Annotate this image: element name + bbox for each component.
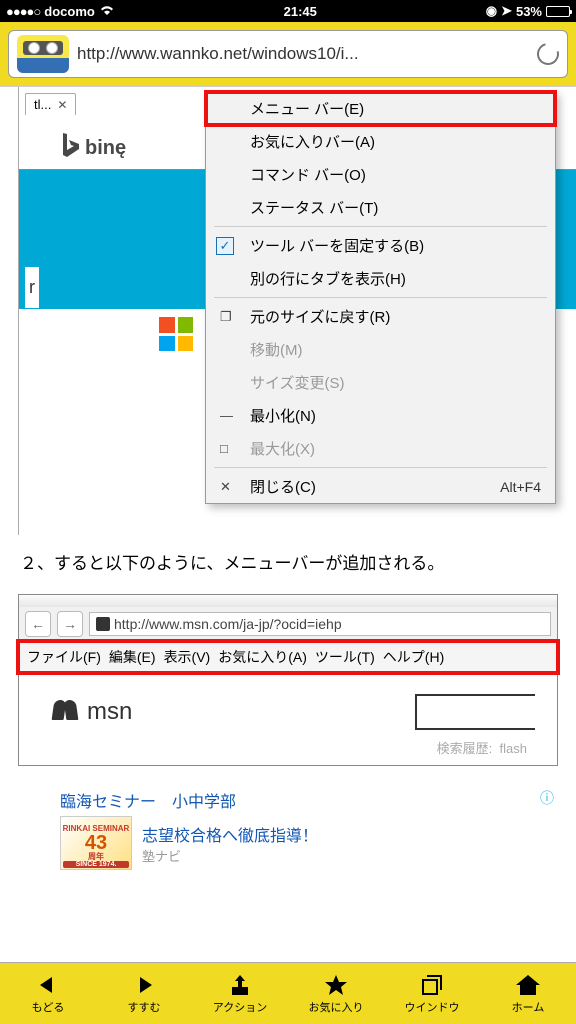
carrier-label: docomo	[44, 4, 95, 19]
site-favicon	[96, 617, 110, 631]
app-mascot-icon	[17, 35, 69, 73]
clock: 21:45	[115, 4, 486, 19]
back-arrow-icon	[34, 973, 62, 997]
ad-info-icon[interactable]: ⓘ	[540, 788, 554, 808]
toolbar-home[interactable]: ホーム	[480, 963, 576, 1024]
menu-separator	[214, 467, 547, 468]
forward-arrow-icon	[130, 973, 158, 997]
maximize-icon: □	[220, 441, 228, 456]
microsoft-squares-icon	[159, 317, 193, 351]
ad-source: 塾ナビ	[142, 846, 318, 865]
toolbar-favorites[interactable]: お気に入り	[288, 963, 384, 1024]
menu-separator	[214, 297, 547, 298]
ios-status-bar: ●●●●○ docomo 21:45 ◉ ➤ 53%	[0, 0, 576, 22]
tab-close-icon[interactable]: ✕	[57, 98, 67, 112]
toolbar-back[interactable]: もどる	[0, 963, 96, 1024]
menu-item-statusbar[interactable]: ステータス バー(T)	[206, 191, 555, 224]
menu-item-restore[interactable]: ❐ 元のサイズに戻す(R)	[206, 300, 555, 333]
shortcut-label: Alt+F4	[476, 479, 541, 495]
menu-separator	[214, 226, 547, 227]
menu-item-locktoolbar[interactable]: ✓ ツール バーを固定する(B)	[206, 229, 555, 262]
location-icon: ➤	[501, 3, 512, 19]
battery-icon	[546, 6, 570, 17]
ad-block[interactable]: 臨海セミナー 小中学部 ⓘ RINKAI SEMINAR 43 周年 SINCE…	[60, 788, 554, 870]
ie-url-bar[interactable]: http://www.msn.com/ja-jp/?ocid=iehp	[89, 612, 551, 636]
menu-item-close[interactable]: ✕ 閉じる(C) Alt+F4	[206, 470, 555, 503]
ie-nav-row: ← → http://www.msn.com/ja-jp/?ocid=iehp	[19, 607, 557, 642]
menu-item-maximize: □ 最大化(X)	[206, 432, 555, 465]
bing-icon	[59, 133, 79, 163]
minimize-icon: —	[220, 408, 233, 423]
wifi-icon	[99, 4, 115, 19]
reload-icon[interactable]	[533, 39, 563, 69]
bing-label: binę	[85, 137, 126, 160]
home-icon	[514, 973, 542, 997]
menu-edit[interactable]: 編集(E)	[109, 647, 156, 667]
step-caption: ２、すると以下のように、メニューバーが追加される。	[0, 535, 576, 588]
close-icon: ✕	[220, 479, 231, 495]
toolbar-window[interactable]: ウインドウ	[384, 963, 480, 1024]
bottom-toolbar: もどる すすむ アクション お気に入り ウインドウ ホーム	[0, 962, 576, 1024]
page-content: tl... ✕ binę r メニュー バー(E) お気に入りバー(A) コマン…	[0, 87, 576, 962]
toolbar-forward[interactable]: すすむ	[96, 963, 192, 1024]
screenshot-menubar-result: ← → http://www.msn.com/ja-jp/?ocid=iehp …	[18, 594, 558, 766]
star-icon	[322, 973, 350, 997]
ie-url-text: http://www.msn.com/ja-jp/?ocid=iehp	[114, 616, 342, 632]
url-text: http://www.wannko.net/windows10/i...	[77, 44, 529, 64]
check-icon: ✓	[216, 237, 234, 255]
ie-titlebar	[19, 595, 557, 607]
menu-item-tabsrow[interactable]: 別の行にタブを表示(H)	[206, 262, 555, 295]
nav-forward-button[interactable]: →	[57, 611, 83, 637]
share-icon	[226, 973, 254, 997]
restore-icon: ❐	[220, 309, 232, 325]
menu-item-move: 移動(M)	[206, 333, 555, 366]
lock-icon: ◉	[486, 3, 497, 19]
search-history-hint: 検索履歴: flash	[19, 736, 557, 765]
tab-label: tl...	[34, 97, 51, 112]
screenshot-context-menu: tl... ✕ binę r メニュー バー(E) お気に入りバー(A) コマン…	[18, 87, 576, 535]
ie-menubar: ファイル(F) 編集(E) 表示(V) お気に入り(A) ツール(T) ヘルプ(…	[19, 642, 557, 672]
menu-item-favbar[interactable]: お気に入りバー(A)	[206, 125, 555, 158]
signal-dots: ●●●●○	[6, 4, 40, 19]
nav-back-button[interactable]: ←	[25, 611, 51, 637]
msn-butterfly-icon	[53, 700, 77, 724]
menu-view[interactable]: 表示(V)	[164, 647, 211, 667]
menu-item-resize: サイズ変更(S)	[206, 366, 555, 399]
menu-item-minimize[interactable]: — 最小化(N)	[206, 399, 555, 432]
toolbar-action[interactable]: アクション	[192, 963, 288, 1024]
battery-pct: 53%	[516, 4, 542, 19]
browser-tab[interactable]: tl... ✕	[25, 93, 76, 115]
menu-file[interactable]: ファイル(F)	[27, 647, 101, 667]
ad-title: 臨海セミナー 小中学部 ⓘ	[60, 788, 554, 812]
menu-item-cmdbar[interactable]: コマンド バー(O)	[206, 158, 555, 191]
msn-label: msn	[87, 698, 132, 726]
windows-icon	[418, 973, 446, 997]
menu-favorites[interactable]: お気に入り(A)	[218, 647, 307, 667]
ad-subtitle: 志望校合格へ徹底指導！	[142, 822, 318, 846]
msn-body: msn	[19, 672, 557, 736]
menu-item-menubar[interactable]: メニュー バー(E)	[206, 92, 555, 125]
ie-context-menu: メニュー バー(E) お気に入りバー(A) コマンド バー(O) ステータス バ…	[205, 91, 556, 504]
ad-thumbnail: RINKAI SEMINAR 43 周年 SINCE 1974.	[60, 816, 132, 870]
browser-chrome: http://www.wannko.net/windows10/i...	[0, 22, 576, 87]
msn-search-input[interactable]	[415, 694, 535, 730]
url-bar[interactable]: http://www.wannko.net/windows10/i...	[8, 30, 568, 78]
letter-r: r	[25, 267, 39, 308]
menu-tools[interactable]: ツール(T)	[315, 647, 375, 667]
menu-help[interactable]: ヘルプ(H)	[383, 647, 444, 667]
